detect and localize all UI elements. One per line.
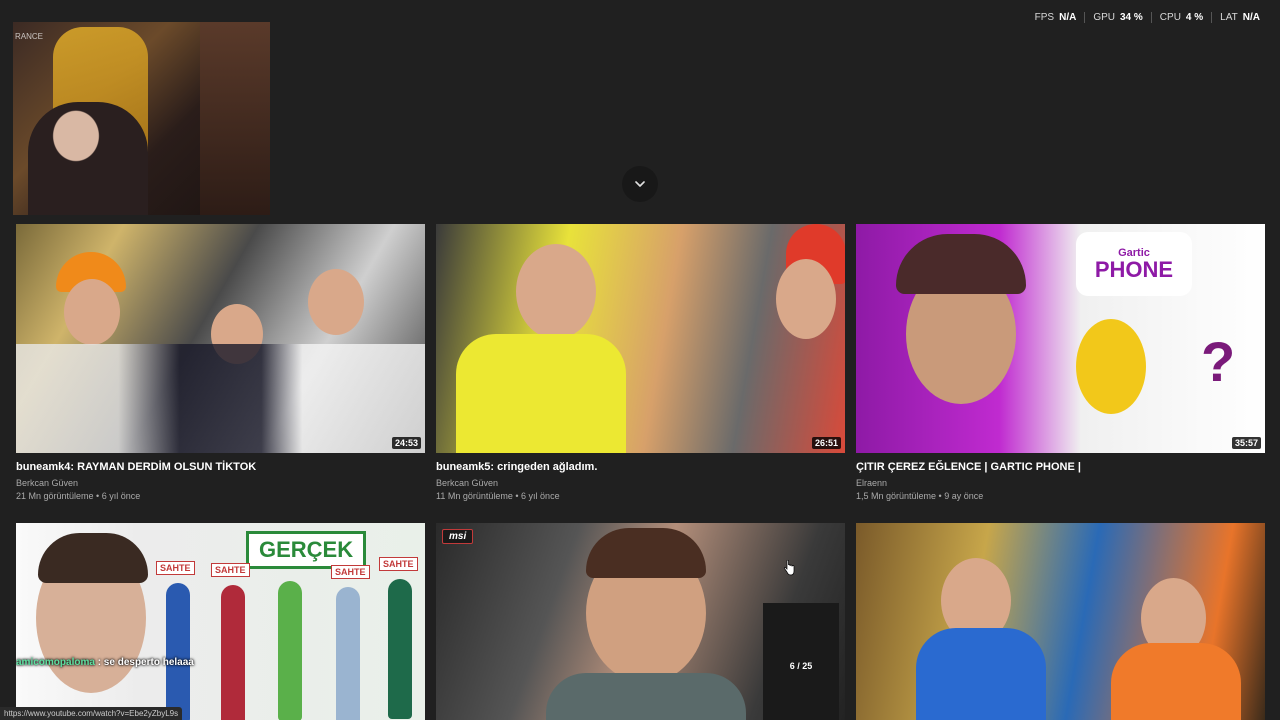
thumbnail-figure [221,585,245,720]
chevron-down-icon [635,181,645,187]
thumbnail-figure [278,581,302,720]
thumbnail-figure [516,244,596,339]
thumbnail-figure [776,259,836,339]
latency-stat: LAT N/A [1212,12,1268,23]
video-meta: 21 Mn görüntüleme • 6 yıl önce [16,491,425,501]
gercek-label: GERÇEK [246,531,367,569]
gpu-label: GPU [1093,12,1115,23]
gpu-stat: GPU 34 % [1085,12,1150,23]
duration-badge: 26:51 [811,437,841,449]
cpu-value: 4 % [1185,12,1204,23]
meta-separator: • [93,491,102,501]
lemon-drawing [1076,319,1146,414]
question-mark-icon: ? [1201,330,1236,393]
cpu-stat: CPU 4 % [1152,12,1211,23]
video-card[interactable]: Gartic PHONE ? 35:57 ÇITIR ÇEREZ EĞLENCE… [856,224,1265,501]
thumbnail-figure [336,587,360,720]
gpu-value: 34 % [1120,12,1143,23]
webcam-background-door [200,22,270,215]
performance-stats: FPS N/A GPU 34 % CPU 4 % LAT N/A [1027,12,1268,23]
inset-counter: 6 / 25 [789,661,813,671]
duration-badge: 35:57 [1231,437,1261,449]
stream-chat-inset: 6 / 25 [763,603,839,720]
meta-separator: • [936,491,945,501]
video-thumbnail[interactable]: 24:53 [16,224,425,453]
upload-age: 6 yıl önce [101,491,141,501]
video-title[interactable]: ÇITIR ÇEREZ EĞLENCE | GARTIC PHONE | [856,460,1265,474]
fps-value: N/A [1059,12,1077,23]
thumbnail-figure [308,269,364,335]
chat-username: amicomopaloma [16,657,95,668]
video-thumbnail[interactable]: Gartic PHONE ? 35:57 [856,224,1265,453]
video-thumbnail[interactable]: msi 6 / 25 [436,523,845,720]
thumbnail-figure [456,334,626,453]
thumbnail-figure [38,533,148,583]
video-card[interactable]: 26:51 buneamk5: cringeden ağladım. Berkc… [436,224,845,501]
video-grid: 24:53 buneamk4: RAYMAN DERDİM OLSUN TİKT… [16,224,1265,720]
view-count: 1,5 Mn görüntüleme [856,491,937,501]
view-count: 11 Mn görüntüleme [436,491,513,501]
video-meta: 11 Mn görüntüleme • 6 yıl önce [436,491,845,501]
video-title[interactable]: buneamk4: RAYMAN DERDİM OLSUN TİKTOK [16,460,425,474]
cpu-label: CPU [1159,12,1181,23]
upload-age: 6 yıl önce [521,491,560,501]
video-card[interactable]: 24:53 buneamk4: RAYMAN DERDİM OLSUN TİKT… [16,224,425,501]
hand-cursor-icon [784,560,795,576]
lat-value: N/A [1242,12,1260,23]
webcam-overlay: RANCE [13,22,270,215]
expand-button[interactable] [622,166,658,202]
video-card[interactable]: GERÇEK SAHTE SAHTE SAHTE SAHTE amicomopa… [16,523,425,720]
status-bar-url: https://www.youtube.com/watch?v=Ebe2yZby… [0,707,183,720]
view-count: 21 Mn görüntüleme [16,491,94,501]
thumbnail-figure [546,673,746,720]
sahte-label: SAHTE [211,563,250,577]
thumbnail-figure [1111,643,1241,720]
video-thumbnail[interactable]: 26:51 [436,224,845,453]
thumbnail-figure [586,528,706,578]
chat-overlay-message: amicomopaloma : se desperto helaaa [16,657,194,668]
video-thumbnail[interactable]: GERÇEK SAHTE SAHTE SAHTE SAHTE amicomopa… [16,523,425,720]
thumbnail-figure [64,279,120,345]
sahte-label: SAHTE [379,557,418,571]
duration-badge: 24:53 [391,437,421,449]
channel-name[interactable]: Berkcan Güven [436,478,845,488]
video-meta: 1,5 Mn görüntüleme • 9 ay önce [856,491,1265,501]
channel-name[interactable]: Berkcan Güven [16,478,425,488]
thumbnail-figure [896,234,1026,294]
fps-label: FPS [1034,12,1055,23]
video-card[interactable]: msi 6 / 25 [436,523,845,720]
app-root: FPS N/A GPU 34 % CPU 4 % LAT N/A RANCE 2… [0,0,1280,720]
webcam-streamer [28,102,148,215]
fps-stat: FPS N/A [1027,12,1085,23]
webcam-chair-logo: RANCE [15,32,44,41]
chat-text: : se desperto helaaa [94,657,194,668]
channel-name[interactable]: Elraenn [856,478,1265,488]
gartic-logo-bottom: PHONE [1094,256,1174,282]
gartic-phone-logo: Gartic PHONE [1076,232,1192,296]
sahte-label: SAHTE [331,565,370,579]
thumbnail-figure [166,583,190,720]
thumbnail-figure [916,628,1046,720]
video-card[interactable] [856,523,1265,720]
sahte-label: SAHTE [156,561,195,575]
meta-separator: • [512,491,522,501]
msi-logo: msi [442,529,474,544]
upload-age: 9 ay önce [944,491,984,501]
lat-label: LAT [1220,12,1238,23]
thumbnail-figure [16,344,425,453]
video-title[interactable]: buneamk5: cringeden ağladım. [436,460,845,474]
thumbnail-figure [388,579,412,719]
video-thumbnail[interactable] [856,523,1265,720]
